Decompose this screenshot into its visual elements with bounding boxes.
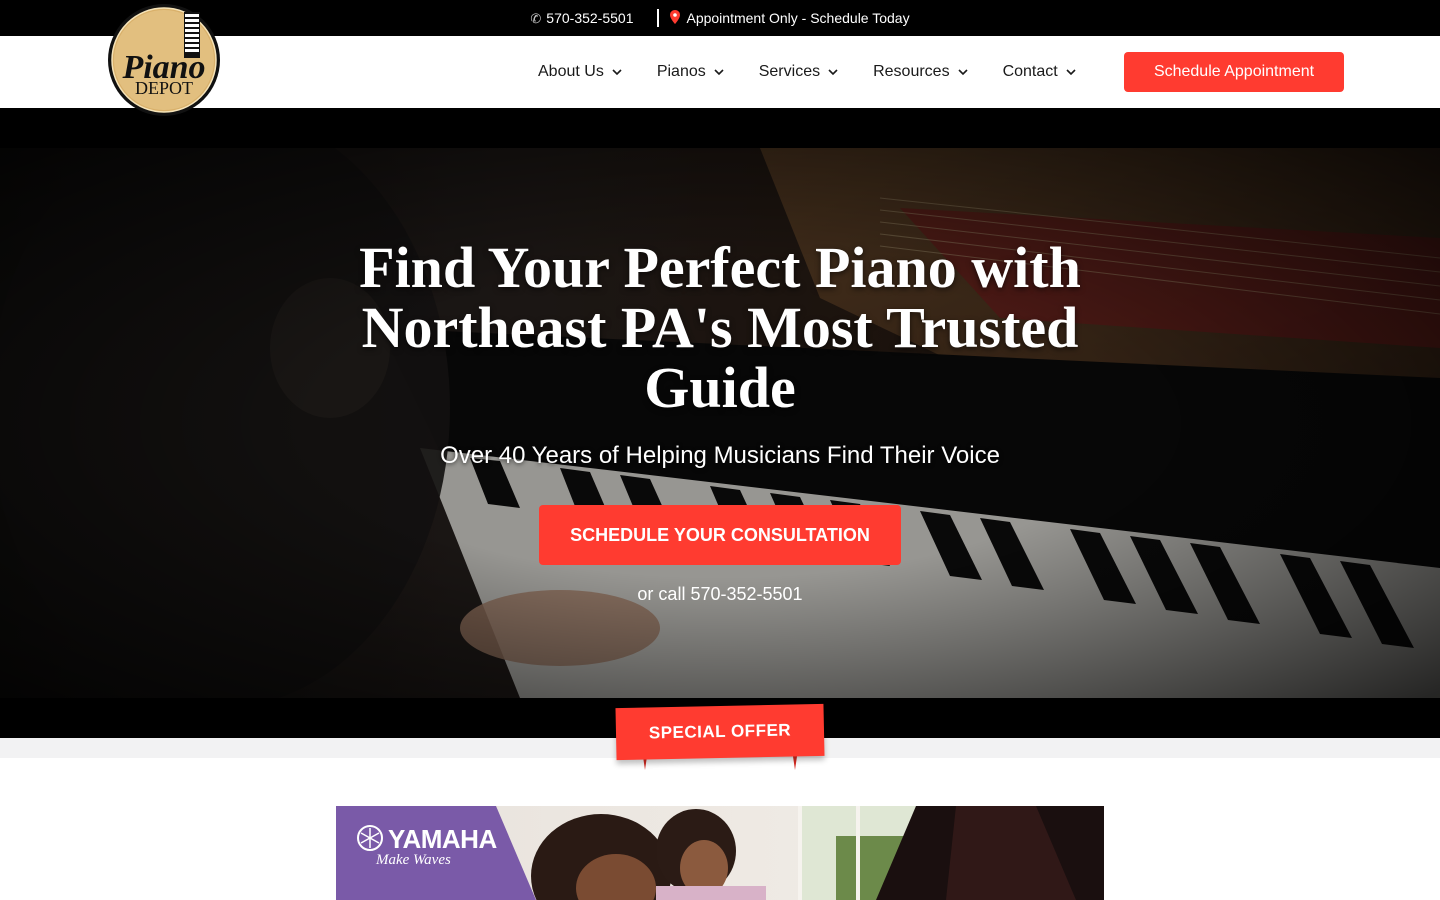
topbar-phone[interactable]: ✆ 570-352-5501	[530, 10, 633, 26]
logo-word-depot: DEPOT	[135, 78, 193, 98]
nav-about-us-label[interactable]: About Us	[538, 63, 604, 81]
hero-call-prefix: or call	[637, 584, 686, 604]
topbar-appointment-text: Appointment Only - Schedule Today	[686, 10, 910, 26]
main-nav: About Us Pianos Services Resources Conta…	[538, 36, 1111, 108]
schedule-consultation-button[interactable]: SCHEDULE YOUR CONSULTATION	[539, 505, 901, 565]
hero-title: Find Your Perfect Piano with Northeast P…	[359, 235, 1081, 420]
promo-brand: YAMAHA	[388, 824, 497, 854]
schedule-appointment-button[interactable]: Schedule Appointment	[1124, 52, 1344, 92]
nav-pianos[interactable]: Pianos	[657, 63, 726, 81]
chevron-down-icon	[828, 69, 838, 76]
special-offer-label: SPECIAL OFFER	[648, 720, 792, 743]
yamaha-promo-banner[interactable]: YAMAHA Make Waves	[336, 806, 1104, 900]
map-pin-icon	[669, 10, 681, 26]
nav-services-label[interactable]: Services	[759, 63, 820, 81]
ribbon-body: SPECIAL OFFER	[615, 703, 825, 761]
site-logo[interactable]: Piano DEPOT	[104, 2, 224, 118]
phone-icon: ✆	[530, 10, 542, 26]
chevron-down-icon	[612, 69, 622, 76]
nav-pianos-label[interactable]: Pianos	[657, 63, 706, 81]
hero-section: Find Your Perfect Piano with Northeast P…	[0, 108, 1440, 738]
nav-resources[interactable]: Resources	[873, 63, 969, 81]
hero-content: Find Your Perfect Piano with Northeast P…	[0, 108, 1440, 738]
topbar-divider	[657, 9, 660, 27]
chevron-down-icon	[958, 69, 968, 76]
hero-call-line: or call 570-352-5501	[520, 584, 920, 605]
topbar-appointment: Appointment Only - Schedule Today	[669, 10, 910, 26]
hero-call-number[interactable]: 570-352-5501	[690, 584, 802, 604]
nav-contact-label[interactable]: Contact	[1003, 63, 1058, 81]
nav-resources-label[interactable]: Resources	[873, 63, 949, 81]
promo-tagline: Make Waves	[376, 852, 451, 868]
nav-contact[interactable]: Contact	[1003, 63, 1078, 81]
special-offer-ribbon: SPECIAL OFFER	[615, 703, 825, 770]
nav-about-us[interactable]: About Us	[538, 63, 624, 81]
topbar-phone-text[interactable]: 570-352-5501	[546, 10, 633, 26]
nav-services[interactable]: Services	[759, 63, 840, 81]
chevron-down-icon	[714, 69, 724, 76]
chevron-down-icon	[1066, 69, 1076, 76]
hero-subtitle: Over 40 Years of Helping Musicians Find …	[440, 442, 1000, 469]
